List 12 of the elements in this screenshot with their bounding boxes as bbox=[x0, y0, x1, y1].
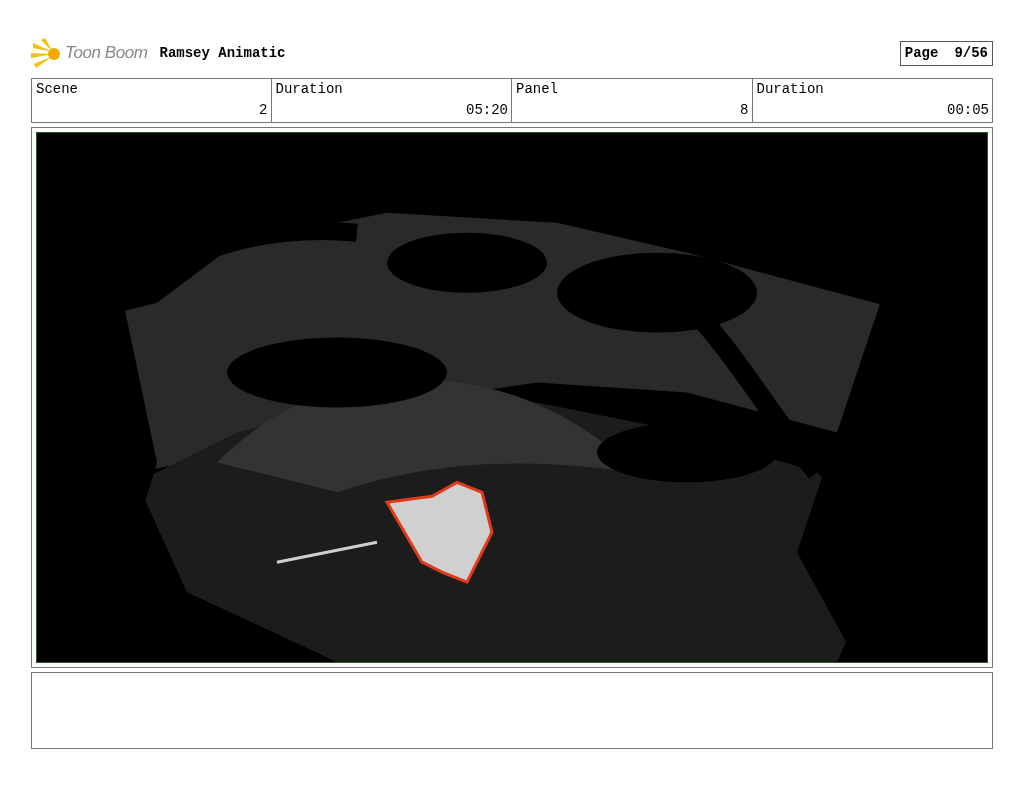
logo-text: Toon Boom bbox=[65, 42, 148, 65]
page-indicator: Page 9/56 bbox=[899, 40, 993, 66]
field-label: Panel bbox=[516, 80, 558, 99]
field-value: 00:05 bbox=[946, 101, 989, 120]
field-value: 2 bbox=[258, 101, 268, 120]
field-label: Duration bbox=[275, 80, 343, 99]
field-value: 05:20 bbox=[465, 101, 508, 120]
logo-icon bbox=[31, 38, 61, 68]
field-label: Duration bbox=[756, 80, 824, 99]
document-title: Ramsey Animatic bbox=[159, 43, 286, 63]
field-value: 8 bbox=[739, 101, 749, 120]
field-label: Scene bbox=[36, 80, 78, 99]
